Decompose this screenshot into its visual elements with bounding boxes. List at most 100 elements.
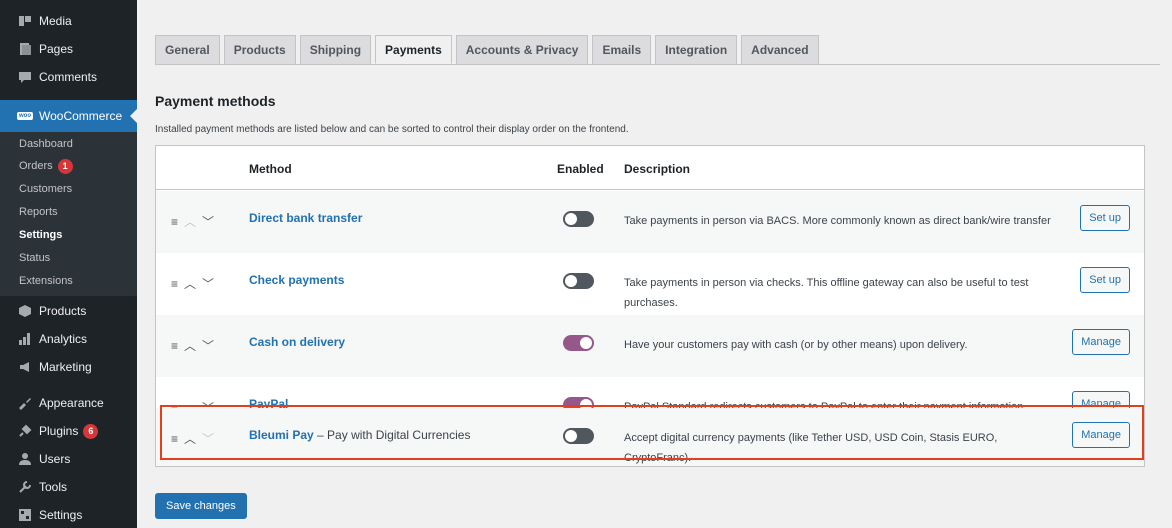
move-up-icon[interactable]: ︿ xyxy=(184,213,196,230)
appearance-icon xyxy=(15,395,35,411)
move-down-icon[interactable]: ﹀ xyxy=(202,213,214,230)
menu-products-label: Products xyxy=(39,304,87,318)
method-name-link[interactable]: Check payments xyxy=(249,273,344,287)
payment-methods-table: Method Enabled Description ≡ ︿ ﹀ Direct … xyxy=(155,145,1145,467)
menu-marketing[interactable]: Marketing xyxy=(0,354,137,380)
tab-shipping[interactable]: Shipping xyxy=(299,35,372,64)
admin-sidebar: Media Pages Comments woo WooCommerce Das… xyxy=(0,0,137,528)
tab-emails[interactable]: Emails xyxy=(592,35,652,64)
manage-button[interactable]: Manage xyxy=(1072,422,1130,448)
drag-handle-icon[interactable]: ≡ xyxy=(171,339,178,353)
method-description: Have your customers pay with cash (or by… xyxy=(624,339,968,351)
table-header: Method Enabled Description xyxy=(156,146,1144,190)
manage-button[interactable]: Manage xyxy=(1072,329,1130,355)
drag-handle-icon[interactable]: ≡ xyxy=(171,215,178,229)
enabled-toggle[interactable] xyxy=(563,211,594,227)
table-row: ≡ ︿ ﹀ Direct bank transfer Take payments… xyxy=(156,191,1144,253)
woocommerce-submenu: Dashboard Orders 1 Customers Reports Sett… xyxy=(0,132,137,296)
move-down-icon[interactable]: ﹀ xyxy=(202,430,214,447)
section-description: Installed payment methods are listed bel… xyxy=(155,124,629,135)
analytics-icon xyxy=(15,331,35,347)
drag-handle-icon[interactable]: ≡ xyxy=(171,432,178,446)
submenu-customers[interactable]: Customers xyxy=(19,183,72,195)
menu-pages-label: Pages xyxy=(39,42,74,56)
menu-pages[interactable]: Pages xyxy=(0,36,137,62)
menu-plugins-label: Plugins xyxy=(39,424,79,438)
method-name: Check payments xyxy=(249,273,345,287)
method-name-suffix: – Pay with Digital Currencies xyxy=(317,428,471,442)
menu-appearance[interactable]: Appearance xyxy=(0,390,137,416)
menu-tools-label: Tools xyxy=(39,480,68,494)
sort-controls: ≡ ︿ ﹀ xyxy=(171,430,214,447)
submenu-settings[interactable]: Settings xyxy=(19,229,62,241)
tab-payments[interactable]: Payments xyxy=(375,35,452,64)
page-title: Payment methods xyxy=(155,93,276,109)
menu-media[interactable]: Media xyxy=(0,8,137,34)
menu-woocommerce[interactable]: woo WooCommerce xyxy=(0,100,137,132)
plugins-icon xyxy=(15,423,35,439)
tab-general[interactable]: General xyxy=(155,35,220,64)
orders-count-badge: 1 xyxy=(57,159,73,174)
move-up-icon[interactable]: ︿ xyxy=(184,337,196,354)
menu-marketing-label: Marketing xyxy=(39,360,92,374)
submenu-orders-label: Orders xyxy=(19,160,53,172)
tab-advanced[interactable]: Advanced xyxy=(741,35,819,64)
move-up-icon[interactable]: ︿ xyxy=(184,430,196,447)
menu-settings-label: Settings xyxy=(39,508,83,522)
media-icon xyxy=(15,13,35,29)
sort-controls: ≡ ︿ ﹀ xyxy=(171,337,214,354)
setup-button[interactable]: Set up xyxy=(1080,267,1130,293)
tab-accounts-privacy[interactable]: Accounts & Privacy xyxy=(455,35,589,64)
menu-woocommerce-label: WooCommerce xyxy=(39,109,123,123)
move-up-icon[interactable]: ︿ xyxy=(184,275,196,292)
menu-users-label: Users xyxy=(39,452,71,466)
menu-media-label: Media xyxy=(39,14,72,28)
menu-comments[interactable]: Comments xyxy=(0,64,137,90)
comments-icon xyxy=(15,69,35,85)
menu-users[interactable]: Users xyxy=(0,446,137,472)
method-name: Direct bank transfer xyxy=(249,211,363,225)
submenu-reports[interactable]: Reports xyxy=(19,206,58,218)
menu-settings[interactable]: Settings xyxy=(0,502,137,528)
enabled-toggle[interactable] xyxy=(563,273,594,289)
header-enabled: Enabled xyxy=(557,162,604,176)
woo-icon: woo xyxy=(15,108,35,124)
save-changes-button[interactable]: Save changes xyxy=(155,493,247,519)
method-name-link[interactable]: Direct bank transfer xyxy=(249,211,362,225)
pages-icon xyxy=(15,41,35,57)
enabled-toggle[interactable] xyxy=(563,428,594,444)
marketing-icon xyxy=(15,359,35,375)
move-down-icon[interactable]: ﹀ xyxy=(202,337,214,354)
menu-plugins[interactable]: Plugins 6 xyxy=(0,418,137,444)
table-row: ≡ ︿ ﹀ Cash on delivery Have your custome… xyxy=(156,315,1144,377)
table-row: ≡ ︿ ﹀ Bleumi Pay – Pay with Digital Curr… xyxy=(156,408,1144,466)
table-row: ≡ ︿ ﹀ Check payments Take payments in pe… xyxy=(156,253,1144,315)
menu-appearance-label: Appearance xyxy=(39,396,104,410)
submenu-dashboard[interactable]: Dashboard xyxy=(19,138,73,150)
header-description: Description xyxy=(624,162,691,176)
submenu-orders[interactable]: Orders 1 xyxy=(19,159,73,174)
method-name-link[interactable]: Cash on delivery xyxy=(249,335,345,349)
menu-comments-label: Comments xyxy=(39,70,98,84)
submenu-status[interactable]: Status xyxy=(19,252,50,264)
menu-products[interactable]: Products xyxy=(0,298,137,324)
tabs-divider xyxy=(155,64,1160,65)
drag-handle-icon[interactable]: ≡ xyxy=(171,277,178,291)
tab-integration[interactable]: Integration xyxy=(655,35,738,64)
submenu-extensions[interactable]: Extensions xyxy=(19,275,73,287)
method-description: Take payments in person via checks. This… xyxy=(624,277,1029,309)
menu-analytics-label: Analytics xyxy=(39,332,88,346)
menu-tools[interactable]: Tools xyxy=(0,474,137,500)
method-description: Accept digital currency payments (like T… xyxy=(624,432,998,464)
move-down-icon[interactable]: ﹀ xyxy=(202,275,214,292)
enabled-toggle[interactable] xyxy=(563,335,594,351)
menu-analytics[interactable]: Analytics xyxy=(0,326,137,352)
settings-icon xyxy=(15,507,35,523)
method-name-link[interactable]: Bleumi Pay – Pay with Digital Currencies xyxy=(249,428,470,442)
setup-button[interactable]: Set up xyxy=(1080,205,1130,231)
tools-icon xyxy=(15,479,35,495)
woo-icon-text: woo xyxy=(17,112,33,120)
tab-products[interactable]: Products xyxy=(223,35,296,64)
sort-controls: ≡ ︿ ﹀ xyxy=(171,275,214,292)
method-name: Bleumi Pay xyxy=(249,428,314,442)
